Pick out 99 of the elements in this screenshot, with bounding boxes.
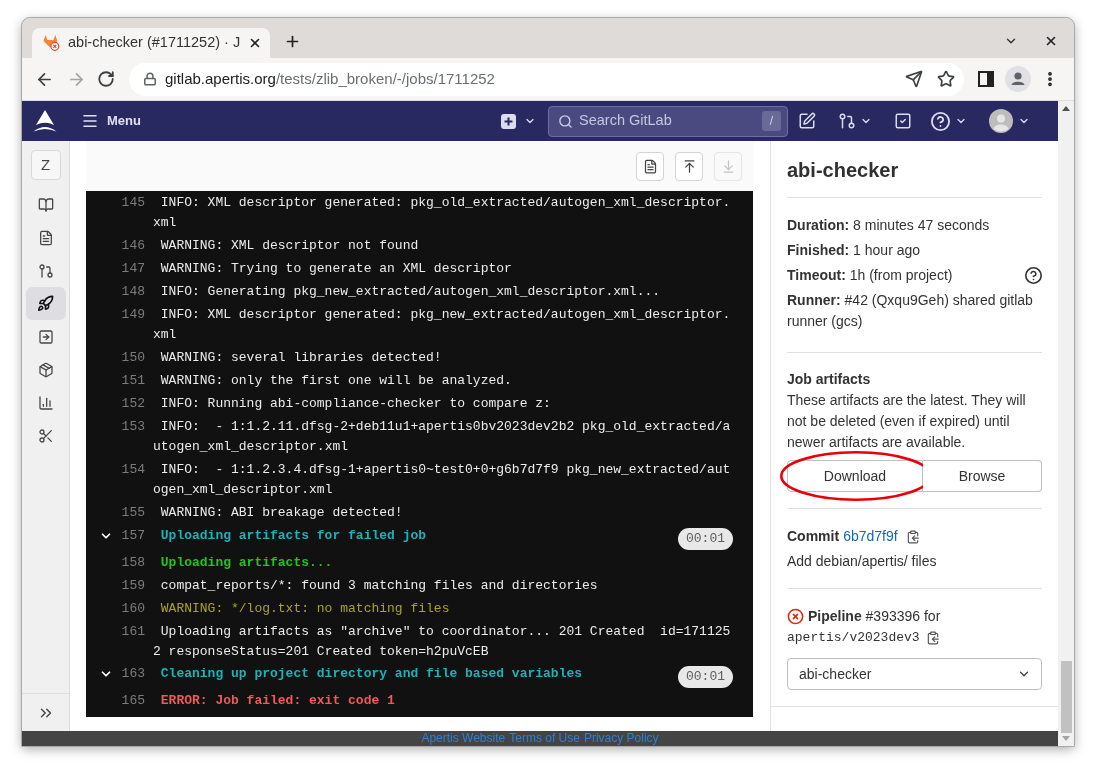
log-text: ERROR: Job failed: exit code 1 (159, 692, 396, 710)
log-text: Uploading artifacts as "archive" to coordinator... 201 Created id=1711252 responseStatus=201 Created token=h2puVcEB (153, 622, 732, 661)
artifacts-heading: Job artifacts (787, 370, 872, 389)
square-check-icon[interactable] (894, 112, 912, 130)
artifacts-description: These artifacts are the latest. They will not be deleted (even if expired) until newer artifacts are available. (787, 391, 1027, 452)
line-number: 151 (120, 372, 145, 390)
search-icon (558, 113, 573, 129)
search-field[interactable]: Search GitLab / (548, 105, 788, 137)
log-text: Uploading artifacts... (159, 553, 334, 572)
copy-icon[interactable] (905, 529, 920, 544)
line-number: 153 (120, 418, 145, 436)
log-text: INFO: XML descriptor generated: pkg_old_extracted/autogen_xml_descriptor.xml (153, 194, 732, 232)
duration-badge: 00:01 (678, 666, 733, 688)
download-button[interactable]: Download (787, 460, 923, 492)
profile-icon[interactable] (1005, 66, 1031, 92)
line-number: 165 (120, 692, 145, 710)
url-text: gitlab.apertis.org/tests/zlib_broken/-/jobs/1711252 (165, 68, 495, 89)
shortcut-key: / (762, 111, 781, 131)
arrow-square-icon (37, 328, 54, 345)
plus-square-icon (501, 113, 516, 129)
raw-log-button[interactable] (636, 151, 664, 181)
line-number: 161 (120, 622, 145, 641)
help-button[interactable] (931, 111, 967, 131)
menu-button[interactable]: Menu (81, 111, 141, 131)
avatar-icon (989, 109, 1013, 133)
log-text: WARNING: ABI breakage detected! (159, 504, 404, 522)
line-number: 163 (120, 665, 145, 683)
document-icon (642, 158, 658, 174)
help-icon[interactable] (1025, 267, 1042, 284)
line-number: 145 (120, 194, 145, 212)
document-icon (37, 229, 54, 246)
project-avatar[interactable]: Z (30, 150, 61, 180)
log-text: INFO: Generating pkg_new_extracted/autogen_xml_descriptor.xml... (159, 283, 662, 301)
merge-request-icon (838, 112, 856, 130)
job-detail: Runner: #42 (Qxqu9Geh) shared gitlab runner (gcs) (787, 291, 1034, 331)
reload-icon[interactable] (97, 70, 115, 88)
line-number: 152 (120, 395, 145, 413)
pipeline-text: Pipeline #393396 for (808, 607, 941, 626)
line-number: 149 (120, 306, 145, 324)
side-panel-icon[interactable] (978, 71, 994, 87)
line-number: 159 (120, 576, 145, 595)
commit-label: Commit (787, 527, 840, 546)
line-number: 154 (120, 461, 145, 479)
square-pen-icon[interactable] (798, 112, 816, 130)
line-number: 157 (120, 526, 145, 545)
close-tab-icon[interactable] (248, 36, 262, 50)
close-window-icon[interactable] (1044, 34, 1058, 48)
scroll-up-arrow-icon[interactable] (1062, 106, 1070, 111)
send-icon[interactable] (905, 70, 923, 88)
book-icon (37, 196, 54, 213)
log-text: INFO: - 1:1.2.11.dfsg-2+deb11u1+apertis0bv2023dev2b2 pkg_old_extracted/autogen_xml_descriptor.xml (153, 418, 732, 456)
log-text: INFO: XML descriptor generated: pkg_new_extracted/autogen_xml_descriptor.xml (153, 306, 732, 344)
log-text: INFO: Running abi-compliance-checker to compare z: (159, 395, 552, 413)
duration-badge: 00:01 (678, 527, 733, 550)
log-text: INFO: - 1:1.2.3.4.dfsg-1+apertis0~test0+0+g6b7d7f9 pkg_new_extracted/autogen_xml_descriptor.xml (153, 461, 732, 499)
job-detail: Duration: 8 minutes 47 seconds (787, 216, 990, 235)
job-title: abi-checker (787, 158, 900, 183)
commit-link[interactable]: 6b7d7f9f (843, 526, 898, 547)
scissors-icon (37, 427, 54, 444)
copy-icon[interactable] (925, 630, 940, 645)
job-select[interactable]: abi-checker (787, 658, 1042, 690)
log-section-title[interactable]: Uploading artifacts for failed job (153, 525, 427, 546)
failed-status-icon[interactable] (787, 608, 804, 625)
address-bar[interactable]: gitlab.apertis.org/tests/zlib_broken/-/jobs/1711252 (129, 62, 964, 96)
bar-chart-icon (37, 394, 54, 411)
job-detail: Finished: 1 hour ago (787, 241, 921, 260)
menu-icon (81, 112, 99, 130)
box-icon (37, 361, 54, 378)
create-new-button[interactable] (501, 113, 536, 129)
scroll-top-button[interactable] (675, 151, 703, 181)
line-number: 148 (120, 283, 145, 301)
log-text: compat_reports/*: found 3 matching files and directories (159, 576, 599, 595)
log-text: WARNING: XML descriptor not found (159, 237, 420, 255)
commit-message: Add debian/apertis/ files (787, 552, 938, 571)
log-text: WARNING: several libraries detected! (159, 349, 443, 367)
user-menu-button[interactable] (989, 109, 1030, 133)
line-number: 147 (120, 260, 145, 278)
log-text: WARNING: */log.txt: no matching files (159, 599, 451, 618)
browse-button[interactable]: Browse (923, 460, 1042, 492)
tab-favicon-icon (43, 35, 60, 51)
line-number: 155 (120, 504, 145, 522)
bookmark-star-icon[interactable] (937, 70, 955, 88)
branch-name: apertis/v2023dev3 (787, 629, 920, 647)
logo-icon[interactable] (33, 110, 57, 132)
sidebar-nav-item[interactable] (25, 287, 66, 320)
line-number: 160 (120, 599, 145, 618)
scrollbar-thumb[interactable] (1060, 661, 1072, 733)
merge-request-icon (37, 262, 54, 279)
browser-tab[interactable]: abi-checker (#1711252) · J (32, 28, 270, 58)
line-number: 146 (120, 237, 145, 255)
rocket-icon (37, 295, 54, 312)
job-detail: Timeout: 1h (from project) (787, 266, 953, 285)
merge-requests-button[interactable] (838, 112, 872, 130)
line-number: 150 (120, 349, 145, 367)
lock-icon (143, 72, 157, 86)
log-text: WARNING: only the first one will be analyzed. (159, 372, 513, 390)
line-number: 158 (120, 553, 145, 572)
log-text: WARNING: Trying to generate an XML descriptor (159, 260, 513, 278)
log-section-title[interactable]: Cleaning up project directory and file based variables (153, 664, 583, 684)
